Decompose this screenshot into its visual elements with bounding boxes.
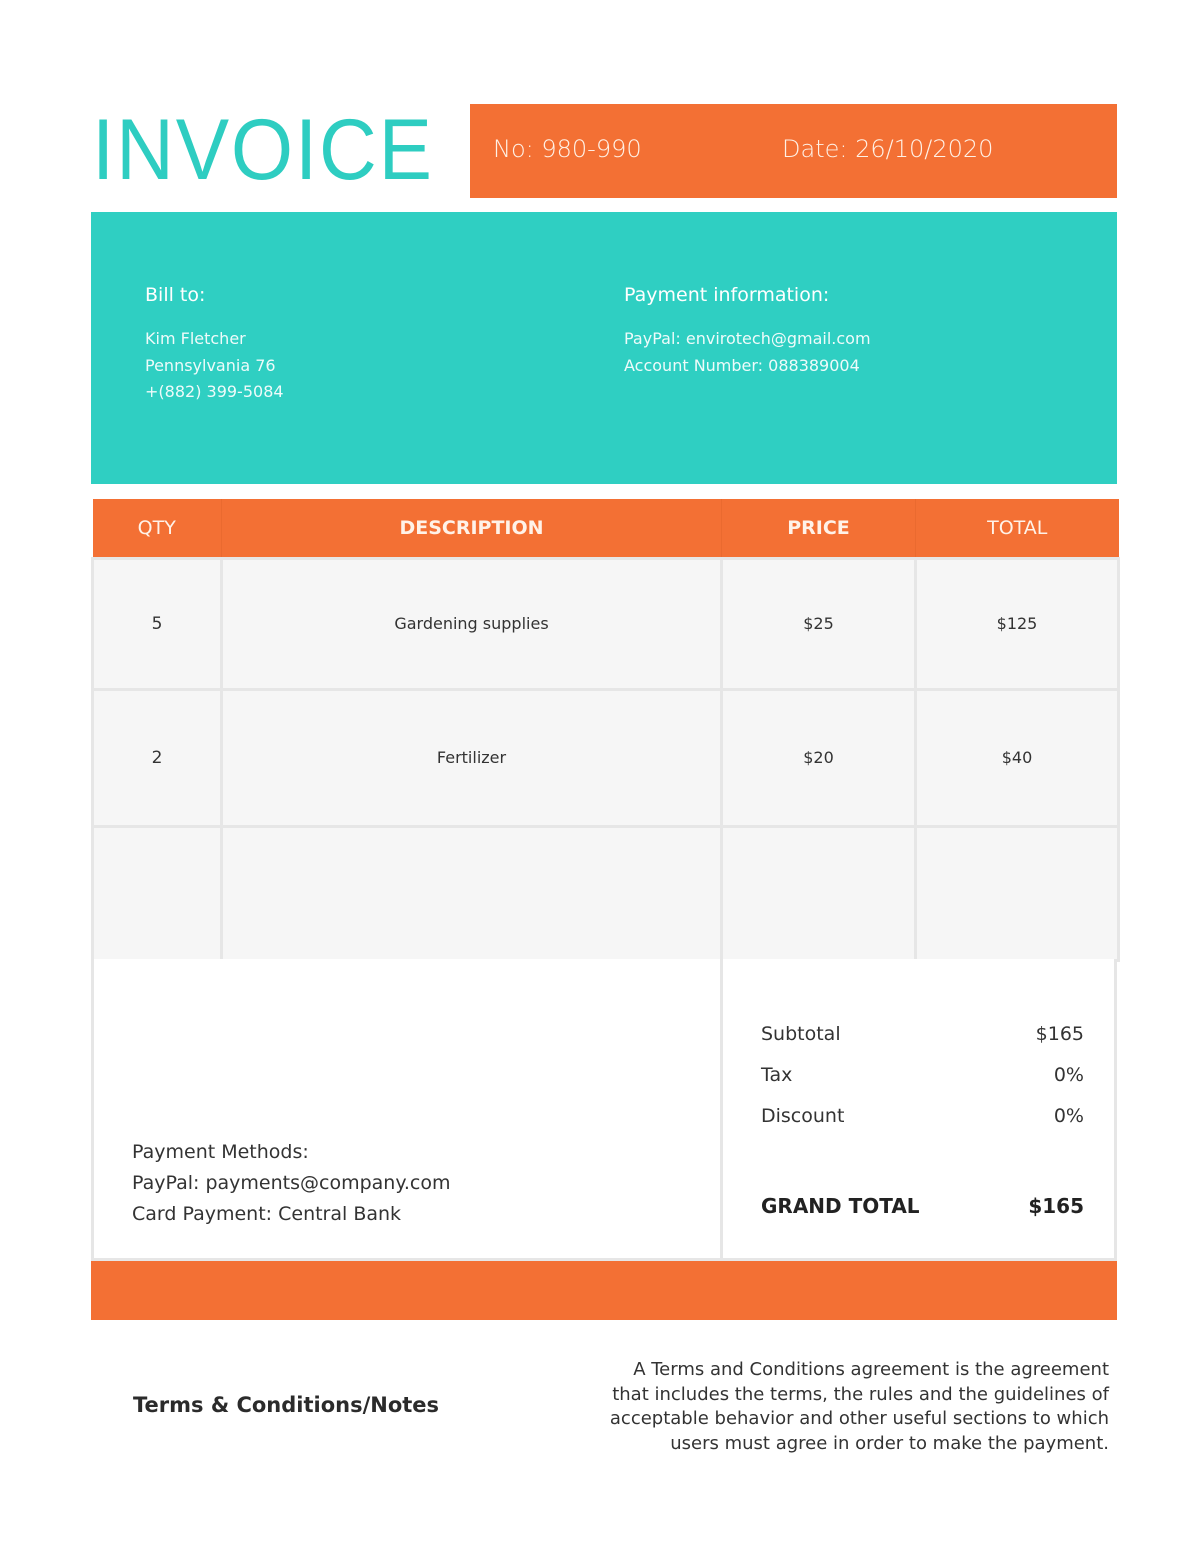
payment-methods: Payment Methods: PayPal: payments@compan… xyxy=(132,1137,450,1230)
cell-description: Gardening supplies xyxy=(220,556,723,691)
column-header-description: DESCRIPTION xyxy=(221,499,722,558)
subtotal-value: $165 xyxy=(1035,1023,1084,1045)
payment-info-heading: Payment information: xyxy=(624,284,830,306)
bill-to-address: Pennsylvania 76 xyxy=(145,355,276,375)
table-row: 2 Fertilizer $20 $40 xyxy=(91,687,1120,828)
grand-total-row: GRAND TOTAL $165 xyxy=(761,1194,1084,1235)
terms-line: users must agree in order to make the pa… xyxy=(670,1432,1109,1454)
bill-to-phone: +(882) 399-5084 xyxy=(145,382,284,401)
payment-methods-paypal: PayPal: payments@company.com xyxy=(132,1172,451,1194)
cell-total: $125 xyxy=(914,556,1120,691)
cell-description: Fertilizer xyxy=(220,687,723,828)
discount-row: Discount 0% xyxy=(761,1105,1084,1146)
payment-info-account: Account Number: 088389004 xyxy=(624,355,860,375)
summary-section: Payment Methods: PayPal: payments@compan… xyxy=(91,959,1117,1261)
bill-to-section: Bill to: Kim Fletcher Pennsylvania 76 +(… xyxy=(145,284,284,406)
totals-block: Subtotal $165 Tax 0% Discount 0% GRAND T… xyxy=(761,1023,1084,1235)
discount-value: 0% xyxy=(1053,1105,1084,1127)
terms-line: that includes the terms, the rules and t… xyxy=(612,1383,1109,1405)
subtotal-label: Subtotal xyxy=(761,1023,841,1045)
billing-panel: Bill to: Kim Fletcher Pennsylvania 76 +(… xyxy=(91,212,1117,484)
tax-row: Tax 0% xyxy=(761,1064,1084,1105)
cell-description xyxy=(220,824,723,962)
line-items-table: QTY DESCRIPTION PRICE TOTAL 5 Gardening … xyxy=(91,499,1120,962)
cell-qty: 5 xyxy=(91,556,223,691)
column-header-price: PRICE xyxy=(721,499,916,558)
terms-line: acceptable behavior and other useful sec… xyxy=(609,1408,1109,1429)
payment-methods-card: Card Payment: Central Bank xyxy=(132,1203,402,1225)
cell-total: $40 xyxy=(914,687,1120,828)
cell-total xyxy=(914,824,1120,962)
tax-value: 0% xyxy=(1053,1064,1084,1086)
table-row xyxy=(91,824,1120,962)
payment-methods-heading: Payment Methods: xyxy=(132,1141,309,1163)
invoice-number: No: 980-990 xyxy=(493,135,642,163)
grand-total-value: $165 xyxy=(1028,1194,1084,1218)
payment-info-section: Payment information: PayPal: envirotech@… xyxy=(624,284,871,379)
cell-price: $25 xyxy=(720,556,917,691)
cell-price: $20 xyxy=(720,687,917,828)
table-header-row: QTY DESCRIPTION PRICE TOTAL xyxy=(92,499,1119,558)
bill-to-heading: Bill to: xyxy=(145,284,206,306)
bill-to-name: Kim Fletcher xyxy=(145,329,246,348)
tax-label: Tax xyxy=(761,1064,793,1086)
subtotal-row: Subtotal $165 xyxy=(761,1023,1084,1064)
terms-line: A Terms and Conditions agreement is the … xyxy=(633,1359,1109,1380)
payment-info-paypal: PayPal: envirotech@gmail.com xyxy=(624,329,871,348)
terms-title: Terms & Conditions/Notes xyxy=(133,1393,440,1417)
invoice-meta-bar: No: 980-990 Date: 26/10/2020 xyxy=(470,104,1117,198)
terms-text: A Terms and Conditions agreement is the … xyxy=(569,1358,1109,1456)
column-header-qty: QTY xyxy=(92,499,222,558)
column-header-total: TOTAL xyxy=(915,499,1119,558)
decorative-band xyxy=(91,1261,1117,1320)
discount-label: Discount xyxy=(761,1105,845,1127)
invoice-title: INVOICE xyxy=(92,102,434,198)
table-row: 5 Gardening supplies $25 $125 xyxy=(91,556,1120,691)
cell-qty: 2 xyxy=(91,687,223,828)
cell-price xyxy=(720,824,917,962)
summary-divider xyxy=(720,959,723,1258)
invoice-date: Date: 26/10/2020 xyxy=(782,135,994,163)
cell-qty xyxy=(91,824,223,962)
grand-total-label: GRAND TOTAL xyxy=(761,1194,920,1218)
